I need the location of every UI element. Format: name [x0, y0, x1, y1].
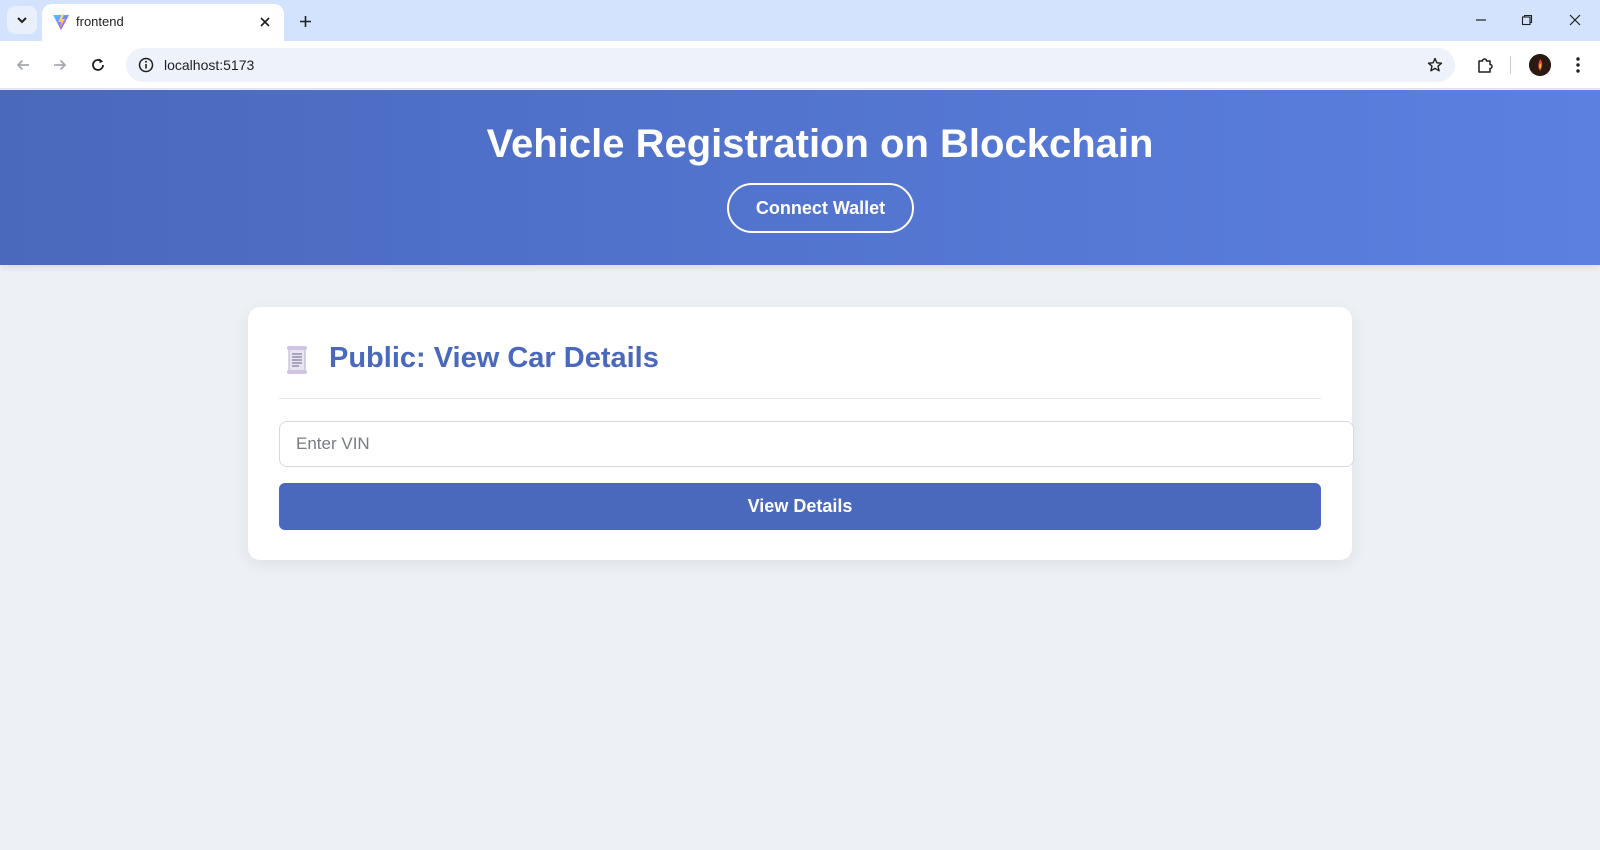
close-icon — [260, 17, 270, 27]
url-text: localhost:5173 — [164, 57, 255, 73]
close-icon — [1569, 14, 1581, 26]
scroll-icon — [287, 346, 307, 374]
new-tab-button[interactable] — [292, 8, 318, 34]
profile-avatar[interactable] — [1529, 54, 1551, 76]
connect-wallet-button[interactable]: Connect Wallet — [727, 183, 914, 233]
card-title: Public: View Car Details — [329, 342, 659, 374]
site-info-icon[interactable] — [134, 53, 158, 77]
browser-tabstrip: frontend — [0, 0, 1600, 41]
page-title: Vehicle Registration on Blockchain — [486, 122, 1154, 166]
vin-input[interactable] — [279, 421, 1354, 467]
vite-logo-icon — [53, 14, 69, 30]
close-window-button[interactable] — [1552, 0, 1598, 40]
tab-title: frontend — [76, 14, 124, 29]
view-details-button[interactable]: View Details — [279, 483, 1321, 530]
reload-icon — [92, 58, 104, 71]
chevron-down-icon — [17, 17, 27, 24]
browser-toolbar: localhost:5173 — [0, 41, 1600, 89]
address-bar[interactable]: localhost:5173 — [126, 48, 1455, 82]
tab-close-button[interactable] — [254, 11, 276, 33]
minimize-icon — [1476, 19, 1486, 21]
tab-search-button[interactable] — [7, 6, 37, 34]
restore-button[interactable] — [1504, 0, 1550, 40]
plus-icon — [299, 15, 311, 27]
restore-icon — [1521, 14, 1533, 26]
browser-tab[interactable]: frontend — [42, 4, 284, 41]
extensions-button[interactable] — [1472, 52, 1498, 78]
profile-avatar-icon — [1529, 54, 1551, 76]
toolbar-divider — [1510, 56, 1511, 74]
view-car-details-card: Public: View Car Details View Details — [248, 307, 1354, 560]
minimize-button[interactable] — [1458, 0, 1504, 40]
reload-button[interactable] — [85, 52, 111, 78]
divider — [279, 398, 1321, 399]
browser-menu-button[interactable] — [1565, 52, 1591, 78]
forward-button[interactable] — [47, 52, 73, 78]
arrow-right-icon — [54, 59, 67, 71]
arrow-left-icon — [16, 59, 29, 71]
kebab-menu-icon — [1576, 57, 1580, 73]
back-button[interactable] — [10, 52, 36, 78]
bookmark-star-icon[interactable] — [1423, 53, 1447, 77]
app-header: Vehicle Registration on Blockchain Conne… — [0, 90, 1600, 265]
puzzle-icon — [1478, 58, 1493, 73]
